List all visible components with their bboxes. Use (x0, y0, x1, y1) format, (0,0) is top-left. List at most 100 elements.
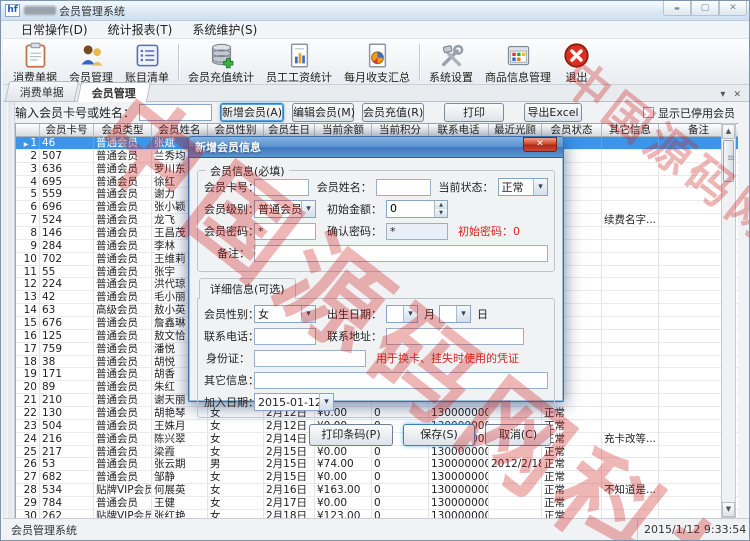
minimize-icon[interactable] (663, 1, 691, 16)
spin-down-icon[interactable]: ▼ (435, 209, 447, 217)
column-header[interactable]: 联系电话 (429, 124, 489, 136)
table-row[interactable]: 30262贴牌VIP会员张红艳女2月18日¥123.00013000000000… (16, 509, 738, 518)
spin-up-icon[interactable]: ▲ (435, 201, 447, 209)
table-cell (602, 368, 659, 381)
save-button[interactable]: 保存(S) (403, 424, 475, 446)
toolbar-button-label: 会员充值统计 (188, 71, 254, 84)
other-info-input[interactable] (254, 371, 548, 389)
table-cell: 28 (16, 484, 40, 497)
menu-bar: 日常操作(D) 统计报表(T) 系统维护(S) (3, 21, 749, 39)
level-select[interactable]: 普通会员 (254, 200, 316, 218)
column-header[interactable]: 会员生日 (264, 124, 315, 136)
left-panel-splitter[interactable] (3, 102, 15, 518)
table-cell: 何展英 (152, 484, 208, 497)
table-cell: 女 (208, 471, 264, 484)
print-barcode-button[interactable]: 打印条码(P) (309, 424, 393, 446)
maximize-icon[interactable] (691, 1, 719, 16)
table-cell: 普通会员 (94, 137, 152, 149)
table-cell: 25 (16, 445, 40, 458)
id-card-label: 身份证： (206, 352, 250, 365)
column-header[interactable]: 会员姓名 (152, 124, 208, 136)
filter-button[interactable]: 会员充值(R) (362, 103, 425, 122)
toolbar-button[interactable]: 系统设置 (423, 41, 479, 84)
table-row[interactable]: 27682普通会员邹静女2月15日¥0.00013000000000 正常 (16, 471, 738, 485)
status-select[interactable]: 正常 (497, 178, 548, 196)
table-cell: 18 (16, 355, 40, 368)
filter-button[interactable]: 导出Excel (524, 103, 583, 122)
toolbar-button[interactable]: 商品信息管理 (479, 41, 557, 84)
toolbar-button[interactable]: 员工工资统计 (260, 41, 338, 84)
filter-button[interactable]: 新增会员(A) (220, 103, 285, 122)
table-cell: 女 (208, 497, 264, 509)
column-header[interactable]: 最近光顾 (489, 124, 542, 136)
gender-select[interactable]: 女 (254, 305, 316, 323)
password-input[interactable]: * (254, 222, 316, 240)
card-no-input[interactable] (254, 178, 309, 196)
column-header[interactable]: 会员性别 (208, 124, 264, 136)
table-row[interactable]: 28534贴牌VIP会员何展英女2月16日¥163.00013000000000… (16, 484, 738, 498)
column-header[interactable]: 当前余额 (315, 124, 372, 136)
birth-month-select[interactable] (386, 305, 418, 323)
table-cell: 普通会员 (94, 227, 152, 239)
tab-active[interactable]: 会员管理 (76, 82, 152, 102)
filter-button[interactable]: 打印 (444, 103, 505, 122)
tab-label: 消费单据 (19, 86, 64, 99)
search-input[interactable] (139, 104, 213, 121)
toolbar-button[interactable]: 消费单据 (7, 41, 63, 84)
table-cell: 普通会员 (94, 497, 152, 509)
show-disabled-checkbox[interactable]: 显示已停用会员 (643, 105, 735, 121)
table-row[interactable]: 2653普通会员张云期男2月15日¥74.000130000000002012/… (16, 458, 738, 472)
table-cell: 125 (40, 329, 94, 342)
toolbar-button[interactable]: 账目清单 (119, 41, 175, 84)
table-cell (602, 381, 659, 394)
dropdown-icon[interactable] (720, 82, 725, 101)
table-cell (602, 509, 659, 518)
table-cell: 284 (40, 239, 94, 252)
table-cell (602, 227, 659, 239)
table-cell: 13000000000 (429, 484, 489, 497)
cancel-button[interactable]: 取消(C) (485, 424, 551, 446)
table-cell: 贴牌VIP会员 (96, 484, 152, 497)
tab-inactive[interactable]: 消费单据 (4, 81, 80, 101)
menu-item[interactable]: 系统维护(S) (182, 20, 267, 39)
member-name-input[interactable] (375, 178, 431, 196)
menu-item[interactable]: 日常操作(D) (11, 20, 98, 39)
column-header[interactable]: 会员卡号 (40, 124, 94, 136)
filter-button[interactable]: 编辑会员(M) (292, 103, 355, 122)
column-header[interactable]: 会员类型 (94, 124, 152, 136)
contact-phone-input[interactable] (254, 327, 316, 345)
table-cell: 216 (40, 432, 94, 445)
column-header[interactable]: 其它信息 (602, 124, 659, 136)
column-header[interactable]: 当前积分 (372, 124, 429, 136)
checkbox-icon[interactable] (643, 107, 654, 118)
close-icon[interactable] (719, 1, 747, 16)
close-tab-icon[interactable] (733, 82, 741, 101)
scroll-down-icon[interactable]: ▼ (722, 502, 735, 517)
filter-bar: 输入会员卡号或姓名： 新增会员(A) 编辑会员(M) 会员充值(R) 打印 导出Exce… (3, 102, 749, 123)
table-cell: 正常 (542, 497, 602, 509)
table-cell: 续费名字... (602, 214, 659, 227)
dialog-close-icon[interactable] (523, 137, 557, 152)
menu-item[interactable]: 统计报表(T) (98, 20, 183, 39)
contact-phone-label: 联系电话： (204, 330, 259, 343)
toolbar-button[interactable]: 会员管理 (63, 41, 119, 84)
optional-info-tab[interactable]: 详细信息(可选) (199, 278, 296, 299)
remark-input[interactable] (254, 244, 548, 262)
table-row[interactable]: 29784普通会员王健女2月17日¥0.00013000000000 正常 (16, 497, 738, 510)
table-cell: 12 (16, 278, 40, 291)
scroll-thumb[interactable] (723, 140, 735, 182)
vertical-scrollbar[interactable]: ▲ ▼ (721, 123, 736, 518)
birth-day-select[interactable] (439, 305, 471, 323)
join-date-select[interactable]: 2015-01-12 (254, 393, 334, 411)
toolbar-button[interactable]: 每月收支汇总 (338, 41, 416, 84)
column-header[interactable]: 会员状态 (542, 124, 602, 136)
scroll-up-icon[interactable]: ▲ (722, 124, 735, 139)
status-text: 会员管理系统 (11, 523, 77, 537)
toolbar-button[interactable]: 退出 (557, 41, 596, 84)
address-input[interactable] (386, 327, 524, 345)
init-amount-stepper[interactable]: 0 ▲ ▼ (386, 200, 448, 218)
table-cell: 普通会员 (94, 252, 152, 265)
toolbar-button[interactable]: 会员充值统计 (182, 41, 260, 84)
id-card-input[interactable] (254, 349, 366, 367)
confirm-password-input[interactable]: * (386, 222, 448, 240)
